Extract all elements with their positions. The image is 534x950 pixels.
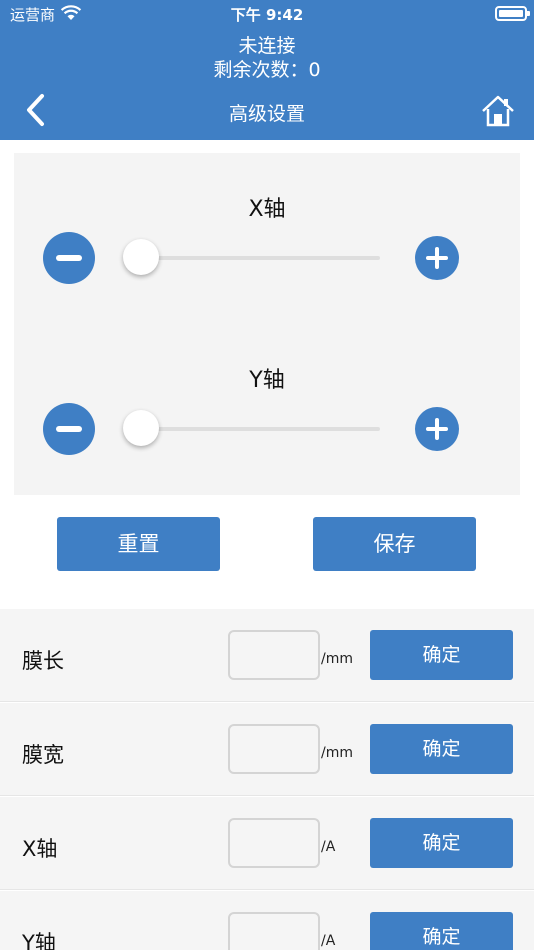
- confirm-button[interactable]: 确定: [370, 818, 513, 868]
- y-axis-label: Y轴: [249, 368, 285, 393]
- minus-icon: [56, 426, 82, 432]
- remaining-count: 剩余次数：0: [213, 59, 321, 81]
- setting-label: 膜宽: [22, 743, 64, 767]
- x-axis-input[interactable]: [228, 818, 320, 868]
- x-axis-label: X轴: [248, 197, 286, 222]
- confirm-button[interactable]: 确定: [370, 630, 513, 680]
- setting-row-film-length: 膜长 /mm 确定: [0, 609, 534, 702]
- y-axis-input[interactable]: [228, 912, 320, 950]
- header: 运营商 下午 9:42 未连接 剩余次数：0 高级设置: [0, 0, 534, 140]
- x-axis-slider[interactable]: [140, 256, 380, 260]
- x-decrement-button[interactable]: [43, 232, 95, 284]
- film-width-input[interactable]: [228, 724, 320, 774]
- confirm-button[interactable]: 确定: [370, 724, 513, 774]
- unit-label: /mm: [321, 745, 353, 761]
- y-axis-slider[interactable]: [140, 427, 380, 431]
- setting-label: X轴: [22, 837, 58, 861]
- connection-status: 未连接: [238, 35, 296, 57]
- page-title: 高级设置: [228, 103, 305, 125]
- y-increment-button[interactable]: [415, 407, 459, 451]
- unit-label: /A: [321, 839, 336, 855]
- plus-icon: [426, 418, 448, 440]
- film-length-input[interactable]: [228, 630, 320, 680]
- plus-icon: [426, 247, 448, 269]
- setting-label: Y轴: [22, 931, 56, 950]
- battery-icon: [495, 6, 530, 21]
- x-increment-button[interactable]: [415, 236, 459, 280]
- confirm-button[interactable]: 确定: [370, 912, 513, 950]
- reset-button[interactable]: 重置: [57, 517, 220, 571]
- y-slider-thumb[interactable]: [123, 410, 159, 446]
- x-slider-thumb[interactable]: [123, 239, 159, 275]
- home-icon[interactable]: [480, 93, 516, 129]
- setting-row-x-axis: X轴 /A 确定: [0, 797, 534, 890]
- minus-icon: [56, 255, 82, 261]
- setting-label: 膜长: [22, 649, 64, 673]
- setting-row-y-axis: Y轴 /A 确定: [0, 891, 534, 950]
- setting-row-film-width: 膜宽 /mm 确定: [0, 703, 534, 796]
- save-button[interactable]: 保存: [313, 517, 476, 571]
- unit-label: /A: [321, 933, 336, 949]
- unit-label: /mm: [321, 651, 353, 667]
- y-decrement-button[interactable]: [43, 403, 95, 455]
- clock: 下午 9:42: [230, 6, 304, 24]
- status-bar: 运营商 下午 9:42: [0, 0, 534, 28]
